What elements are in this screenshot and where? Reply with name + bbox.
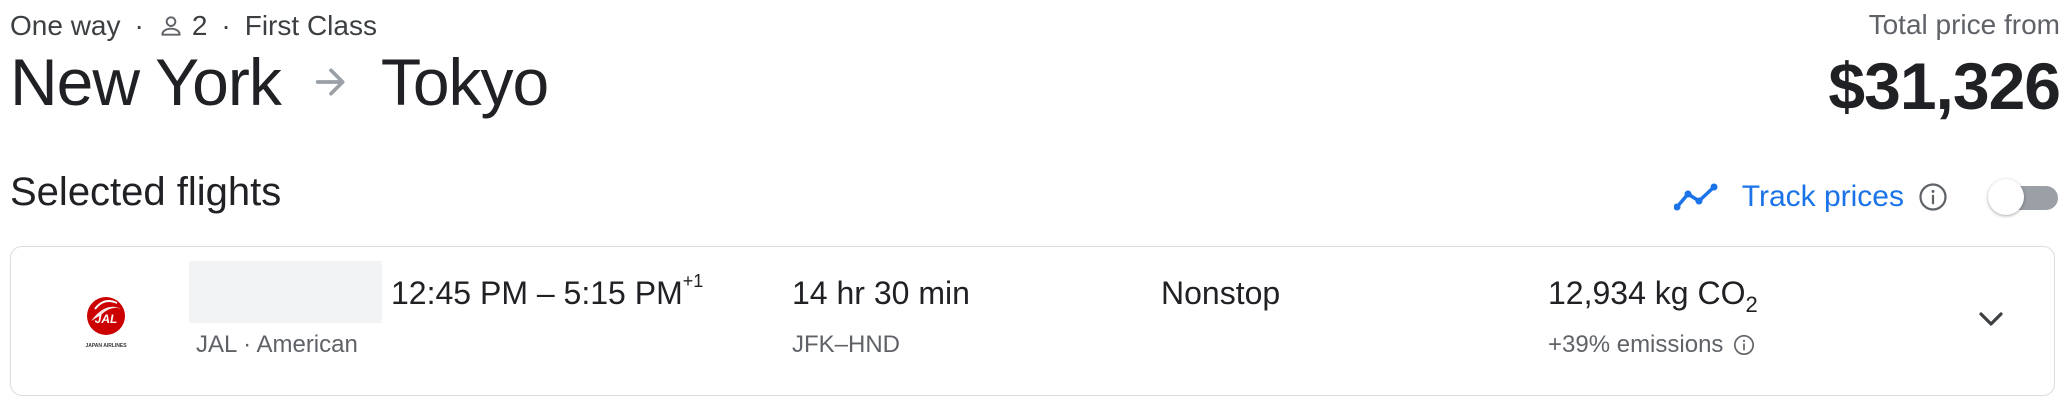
toggle-knob [1988, 179, 2024, 215]
trip-header: One way · 2 · First Class New York Tokyo… [10, 0, 2061, 130]
logo-text: JAL [95, 312, 118, 326]
emissions-comparison: +39% emissions [1548, 331, 1755, 359]
track-prices-label[interactable]: Track prices [1742, 180, 1904, 214]
origin-city: New York [10, 45, 282, 119]
trend-line-icon [1673, 183, 1718, 211]
chevron-down-icon[interactable] [1971, 305, 2011, 335]
price-summary: Total price from $31,326 [1828, 6, 2061, 128]
day-offset: +1 [682, 271, 704, 291]
logo-caption: JAPAN AIRLINES [85, 343, 127, 349]
cabin-class[interactable]: First Class [245, 10, 377, 42]
track-prices-toggle[interactable] [1988, 177, 2060, 217]
flight-times: 12:45 PM – 5:15 PM+1 [391, 271, 703, 312]
co2-subscript: 2 [1745, 292, 1758, 317]
separator-dot: · [134, 10, 144, 41]
route-title: New York Tokyo [10, 44, 549, 120]
flight-card[interactable]: JAL JAPAN AIRLINES 12:45 PM – 5:15 PM+1 … [10, 246, 2055, 396]
track-prices[interactable]: Track prices [1673, 172, 2060, 222]
total-price: $31,326 [1828, 49, 2061, 123]
stops-info: Nonstop [1161, 275, 1281, 311]
separator-dot: · [221, 10, 231, 41]
trip-type[interactable]: One way [10, 10, 121, 42]
passenger-count[interactable]: 2 [192, 10, 208, 42]
redacted-area [189, 261, 382, 323]
emissions-value: 12,934 kg CO2 [1548, 275, 1758, 317]
operating-airlines: JAL · American [196, 331, 358, 358]
info-icon[interactable] [1918, 182, 1948, 212]
price-label: Total price from [1868, 9, 2060, 40]
airport-codes: JFK–HND [792, 331, 901, 358]
emissions-amount: 12,934 kg CO [1548, 275, 1746, 311]
jal-logo: JAL JAPAN AIRLINES [85, 297, 127, 349]
emissions-delta-text: +39% emissions [1548, 331, 1724, 358]
section-title: Selected flights [10, 170, 282, 214]
destination-city: Tokyo [380, 45, 549, 119]
departure-arrival-times: 12:45 PM – 5:15 PM [391, 275, 683, 311]
arrow-right-icon [315, 68, 345, 96]
trip-meta: One way · 2 · First Class [10, 8, 377, 44]
info-icon[interactable] [1733, 334, 1755, 356]
person-icon [161, 16, 181, 36]
flight-duration: 14 hr 30 min [792, 275, 970, 311]
